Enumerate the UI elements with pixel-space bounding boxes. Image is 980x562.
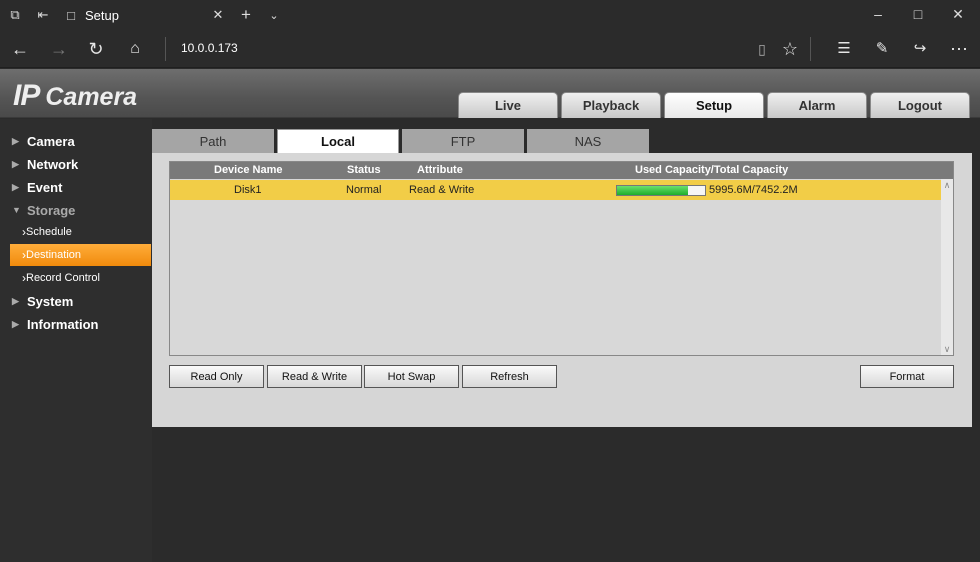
maximize-icon[interactable]: □: [908, 6, 928, 24]
sidebar-item-label: System: [27, 293, 74, 309]
table-scrollbar[interactable]: ∧ ∨: [941, 179, 953, 355]
cell-capacity: 5995.6M/7452.2M: [709, 184, 798, 196]
tab-playback[interactable]: Playback: [561, 92, 661, 118]
read-write-button[interactable]: Read & Write: [267, 365, 362, 388]
logo-main: IP: [13, 79, 40, 112]
tab-logout[interactable]: Logout: [870, 92, 970, 118]
expand-triangle-icon: ▶: [12, 295, 19, 306]
sidebar-subitem-destination[interactable]: › Destination: [10, 244, 151, 266]
disk-table: Device Name Status Attribute Used Capaci…: [169, 161, 954, 356]
pen-icon[interactable]: ✎: [871, 38, 893, 60]
storage-sub-tabs: Path Local FTP NAS: [152, 129, 649, 153]
close-window-icon[interactable]: ✕: [948, 6, 968, 24]
tab-path[interactable]: Path: [152, 129, 274, 153]
favorites-list-icon[interactable]: ☰: [833, 38, 855, 60]
sidebar-item-information[interactable]: ▶ Information: [0, 313, 152, 335]
sidebar-subitem-label: Destination: [26, 249, 82, 261]
cell-attribute: Read & Write: [409, 184, 475, 196]
capacity-bar-fill: [617, 186, 688, 195]
back-arrow-icon[interactable]: ←: [9, 38, 31, 60]
chevron-right-icon: ›: [22, 225, 26, 239]
reading-view-icon[interactable]: ▯: [751, 38, 773, 60]
forward-arrow-icon[interactable]: →: [48, 38, 70, 60]
more-icon[interactable]: ⋯: [948, 38, 970, 60]
sidebar-item-network[interactable]: ▶ Network: [0, 153, 152, 175]
toolbar-separator: [810, 37, 811, 61]
set-aside-tabs-icon[interactable]: ⇤: [34, 6, 52, 24]
logo-sub: Camera: [45, 83, 138, 111]
url-field[interactable]: 10.0.0.173: [181, 41, 238, 55]
header-capacity: Used Capacity/Total Capacity: [635, 164, 789, 176]
sidebar-subitem-label: Schedule: [26, 226, 72, 238]
chevron-right-icon: ›: [22, 248, 26, 262]
sidebar-subitem-record-control[interactable]: › Record Control: [10, 267, 151, 289]
tab-ftp[interactable]: FTP: [402, 129, 524, 153]
refresh-button[interactable]: Refresh: [462, 365, 557, 388]
cell-device-name: Disk1: [234, 184, 262, 196]
page-icon: □: [67, 7, 75, 23]
sidebar-item-label: Network: [27, 156, 79, 172]
read-only-button[interactable]: Read Only: [169, 365, 264, 388]
favorite-star-icon[interactable]: ☆: [779, 38, 801, 60]
address-separator: [165, 37, 166, 61]
hot-swap-button[interactable]: Hot Swap: [364, 365, 459, 388]
chevron-right-icon: ›: [22, 271, 26, 285]
sidebar-item-system[interactable]: ▶ System: [0, 290, 152, 312]
tab-nas[interactable]: NAS: [527, 129, 649, 153]
share-icon[interactable]: ↪: [909, 38, 931, 60]
sidebar-item-label: Camera: [27, 133, 75, 149]
header-device-name: Device Name: [214, 164, 283, 176]
local-storage-panel: Device Name Status Attribute Used Capaci…: [152, 153, 972, 427]
header-status: Status: [347, 164, 381, 176]
expand-triangle-icon: ▶: [12, 158, 19, 169]
sidebar-item-storage[interactable]: ▼ Storage: [0, 199, 152, 221]
expand-triangle-icon: ▶: [12, 181, 19, 192]
header-attribute: Attribute: [417, 164, 463, 176]
expand-triangle-icon: ▶: [12, 318, 19, 329]
chevron-down-icon[interactable]: ⌄: [265, 6, 283, 24]
close-tab-icon[interactable]: ✕: [209, 6, 227, 24]
expand-triangle-icon: ▶: [12, 135, 19, 146]
sidebar-item-label: Storage: [27, 202, 76, 218]
browser-title-bar: ⧉ ⇤ □ Setup ✕ + ⌄ – □ ✕: [0, 0, 980, 30]
main-nav: Live Playback Setup Alarm Logout: [458, 92, 970, 118]
table-header: Device Name Status Attribute Used Capaci…: [170, 162, 953, 179]
tab-local[interactable]: Local: [277, 129, 399, 153]
cell-status: Normal: [346, 184, 382, 196]
app-logo: IP Camera: [13, 79, 137, 113]
capacity-bar: [616, 185, 706, 196]
home-icon[interactable]: ⌂: [124, 38, 146, 60]
scroll-up-icon[interactable]: ∧: [941, 179, 953, 191]
sidebar-item-label: Information: [27, 316, 99, 332]
tab-live[interactable]: Live: [458, 92, 558, 118]
sidebar-subitem-label: Record Control: [26, 272, 100, 284]
sidebar-item-label: Event: [27, 179, 63, 195]
address-bar: ← → ↻ ⌂ 10.0.0.173 ▯ ☆ ☰ ✎ ↪ ⋯: [0, 30, 980, 68]
minimize-icon[interactable]: –: [868, 6, 888, 24]
refresh-icon[interactable]: ↻: [85, 38, 107, 60]
sidebar: ▶ Camera ▶ Network ▶ Event ▼ Storage › Schedu…: [0, 119, 152, 562]
tab-manager-icon[interactable]: ⧉: [6, 6, 24, 24]
tab-alarm[interactable]: Alarm: [767, 92, 867, 118]
table-row[interactable]: Disk1 Normal Read & Write 5995.6M/7452.2…: [170, 180, 941, 200]
sidebar-item-event[interactable]: ▶ Event: [0, 176, 152, 198]
collapse-triangle-icon: ▼: [12, 205, 21, 215]
tab-setup[interactable]: Setup: [664, 92, 764, 118]
sidebar-subitem-schedule[interactable]: › Schedule: [10, 221, 151, 243]
sidebar-item-camera[interactable]: ▶ Camera: [0, 130, 152, 152]
new-tab-icon[interactable]: +: [237, 5, 255, 24]
browser-tab-title[interactable]: Setup: [85, 8, 119, 23]
format-button[interactable]: Format: [860, 365, 954, 388]
scroll-down-icon[interactable]: ∨: [941, 343, 953, 355]
